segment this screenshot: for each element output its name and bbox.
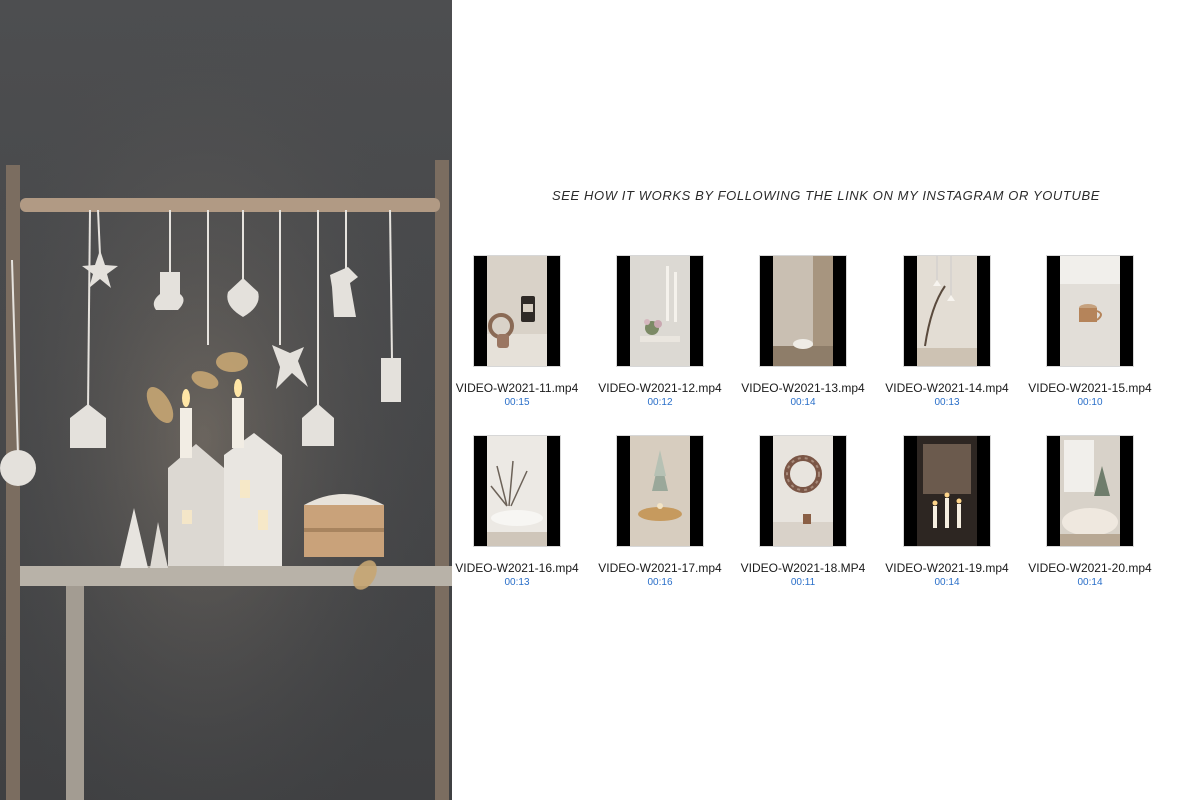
video-file-item[interactable]: VIDEO-W2021-16.mp4 00:13	[447, 436, 587, 606]
video-file-name[interactable]: VIDEO-W2021-17.mp4	[580, 561, 740, 575]
video-file-name[interactable]: VIDEO-W2021-18.MP4	[723, 561, 883, 575]
hero-photo	[0, 0, 452, 800]
video-duration: 00:15	[504, 397, 530, 408]
video-thumbnail[interactable]	[904, 436, 990, 546]
video-file-name[interactable]: VIDEO-W2021-13.mp4	[723, 381, 883, 395]
video-duration: 00:14	[790, 397, 816, 408]
video-thumbnail[interactable]	[904, 256, 990, 366]
video-file-item[interactable]: VIDEO-W2021-12.mp4 00:12	[590, 256, 730, 426]
video-duration: 00:10	[1077, 397, 1103, 408]
candles-and-flowers-image	[630, 256, 690, 366]
video-file-name[interactable]: VIDEO-W2021-16.mp4	[437, 561, 597, 575]
video-duration: 00:12	[647, 397, 673, 408]
video-file-item[interactable]: VIDEO-W2021-20.mp4 00:14	[1020, 436, 1160, 606]
video-file-name[interactable]: VIDEO-W2021-19.mp4	[867, 561, 1027, 575]
bowl-on-shelf-image	[773, 256, 833, 366]
video-duration: 00:13	[934, 397, 960, 408]
video-file-name[interactable]: VIDEO-W2021-15.mp4	[1010, 381, 1170, 395]
video-duration: 00:13	[504, 577, 530, 588]
video-file-name[interactable]: VIDEO-W2021-14.mp4	[867, 381, 1027, 395]
video-thumbnail[interactable]	[617, 436, 703, 546]
video-file-name[interactable]: VIDEO-W2021-11.mp4	[437, 381, 597, 395]
video-thumbnail[interactable]	[1047, 256, 1133, 366]
video-file-item[interactable]: VIDEO-W2021-19.mp4 00:14	[877, 436, 1017, 606]
video-thumbnail[interactable]	[474, 256, 560, 366]
video-duration: 00:11	[790, 577, 816, 588]
video-file-item[interactable]: VIDEO-W2021-11.mp4 00:15	[447, 256, 587, 426]
hanging-ornament-branch-image	[917, 256, 977, 366]
tree-by-window-image	[1060, 436, 1120, 546]
video-file-item[interactable]: VIDEO-W2021-14.mp4 00:13	[877, 256, 1017, 426]
video-thumbnail[interactable]	[1047, 436, 1133, 546]
wreath-on-wall-image	[773, 436, 833, 546]
video-file-item[interactable]: VIDEO-W2021-18.MP4 00:11	[733, 436, 873, 606]
video-file-item[interactable]: VIDEO-W2021-17.mp4 00:16	[590, 436, 730, 606]
video-browser: SEE HOW IT WORKS BY FOLLOWING THE LINK O…	[452, 0, 1200, 800]
cup-on-table-image	[1060, 256, 1120, 366]
mini-tree-tray-image	[630, 436, 690, 546]
video-thumbnail[interactable]	[760, 256, 846, 366]
page-headline: SEE HOW IT WORKS BY FOLLOWING THE LINK O…	[552, 188, 1100, 203]
video-duration: 00:14	[934, 577, 960, 588]
video-thumbnail[interactable]	[474, 436, 560, 546]
video-thumbnail[interactable]	[760, 436, 846, 546]
video-file-item[interactable]: VIDEO-W2021-13.mp4 00:14	[733, 256, 873, 426]
video-file-item[interactable]: VIDEO-W2021-15.mp4 00:10	[1020, 256, 1160, 426]
video-file-name[interactable]: VIDEO-W2021-20.mp4	[1010, 561, 1170, 575]
video-file-name[interactable]: VIDEO-W2021-12.mp4	[580, 381, 740, 395]
video-duration: 00:14	[1077, 577, 1103, 588]
headphones-and-candle-image	[487, 256, 547, 366]
window-candles-image	[917, 436, 977, 546]
video-thumbnail[interactable]	[617, 256, 703, 366]
white-branches-table-image	[487, 436, 547, 546]
video-duration: 00:16	[647, 577, 673, 588]
